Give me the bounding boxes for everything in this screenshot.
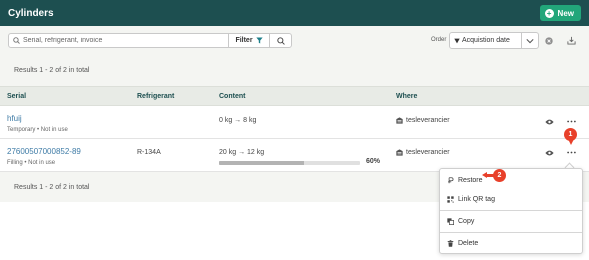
- row-context-menu: Restore Link QR tag Copy Delete: [439, 168, 583, 254]
- more-options-button[interactable]: [565, 147, 577, 157]
- download-icon: [567, 36, 576, 45]
- menu-item-label: Restore: [458, 176, 483, 184]
- close-circle-icon: [545, 37, 553, 45]
- ellipsis-icon: [566, 151, 576, 153]
- menu-item-label: Delete: [458, 239, 479, 247]
- search-icon: [276, 36, 285, 45]
- menu-item-copy[interactable]: Copy: [440, 211, 582, 231]
- copy-icon: [447, 217, 454, 225]
- menu-item-restore[interactable]: Restore: [440, 170, 582, 190]
- search-button[interactable]: [269, 33, 292, 48]
- content-value: 0 kg → 8 kg: [219, 117, 257, 124]
- order-select[interactable]: Acquistion date: [449, 32, 522, 49]
- row-status: Temporary • Not in use: [7, 127, 68, 133]
- new-cylinder-button[interactable]: + New: [539, 5, 581, 21]
- fill-progress-value: [219, 161, 304, 165]
- row-status: Filling • Not in use: [7, 160, 56, 166]
- eye-icon: [544, 150, 554, 156]
- plus-icon: +: [544, 8, 554, 18]
- column-header-where[interactable]: Where: [396, 93, 417, 100]
- export-button[interactable]: [567, 36, 576, 47]
- table-header: Serial Refrigerant Content Where: [0, 86, 589, 106]
- menu-item-link-qr-tag[interactable]: Link QR tag: [440, 189, 582, 209]
- location-name: tesleverancier: [406, 149, 450, 156]
- serial-link[interactable]: hfuij: [7, 114, 22, 123]
- annotation-marker-1-pointer: [568, 139, 574, 145]
- serial-link[interactable]: 27600507000852-89: [7, 147, 81, 156]
- filter-button[interactable]: Filter: [228, 33, 270, 48]
- filter-button-label: Filter: [235, 37, 253, 44]
- chevron-down-icon: [526, 38, 534, 43]
- ellipsis-icon: [566, 120, 576, 122]
- fill-progress-bar: [219, 161, 360, 165]
- search-input[interactable]: [23, 37, 213, 44]
- results-count-bottom: Results 1 - 2 of 2 in total: [14, 184, 90, 191]
- more-options-button[interactable]: [565, 116, 577, 126]
- refrigerant-value: R-134A: [137, 149, 161, 156]
- menu-item-label: Link QR tag: [458, 195, 495, 203]
- search-icon: [13, 37, 20, 44]
- page-title: Cylinders: [8, 8, 54, 19]
- content-value: 20 kg → 12 kg: [219, 149, 265, 156]
- funnel-icon: [255, 37, 263, 44]
- table-row[interactable]: hfuij Temporary • Not in use 0 kg → 8 kg…: [0, 106, 589, 139]
- order-dropdown-toggle[interactable]: [521, 32, 539, 49]
- app-header: Cylinders + New: [0, 0, 589, 26]
- eye-icon: [544, 119, 554, 125]
- column-header-content[interactable]: Content: [219, 93, 245, 100]
- location: tesleverancier: [396, 149, 450, 156]
- warehouse-icon: [396, 149, 403, 156]
- location: tesleverancier: [396, 117, 450, 124]
- search-box: [8, 33, 229, 48]
- results-count-top: Results 1 - 2 of 2 in total: [14, 67, 90, 74]
- trash-icon: [447, 239, 454, 247]
- location-name: tesleverancier: [406, 117, 450, 124]
- warehouse-icon: [396, 117, 403, 124]
- view-button[interactable]: [543, 117, 555, 127]
- order-label: Order: [431, 37, 447, 43]
- column-header-refrigerant[interactable]: Refrigerant: [137, 93, 174, 100]
- qr-code-icon: [447, 195, 454, 203]
- menu-item-delete[interactable]: Delete: [440, 233, 582, 253]
- fill-percentage: 60%: [366, 158, 381, 165]
- view-button[interactable]: [543, 148, 555, 158]
- sort-descending-icon: [454, 38, 460, 43]
- toolbar: Filter Order Acquistion date: [0, 26, 589, 54]
- column-header-serial[interactable]: Serial: [7, 93, 26, 100]
- new-button-label: New: [557, 8, 574, 18]
- menu-item-label: Copy: [458, 217, 475, 225]
- clear-order-button[interactable]: [545, 37, 553, 47]
- order-value: Acquistion date: [462, 37, 510, 44]
- annotation-marker-2: 2: [493, 169, 506, 182]
- restore-icon: [448, 176, 454, 183]
